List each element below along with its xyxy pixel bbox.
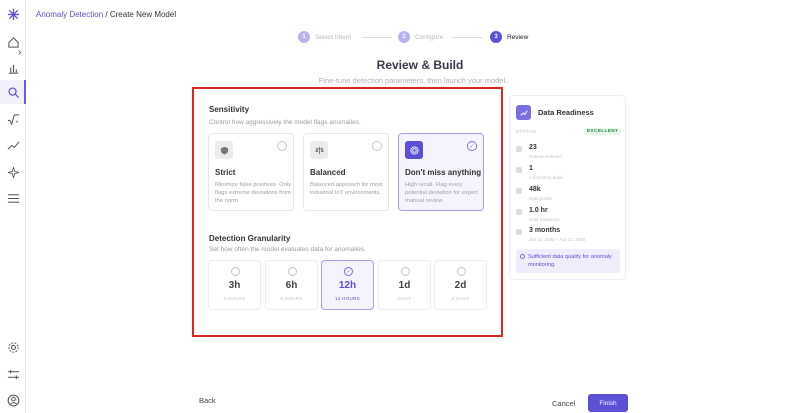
page-subtitle: Fine-tune detection parameters, then lau… — [318, 76, 508, 85]
step-connector — [452, 37, 482, 38]
datapoint-icon — [516, 146, 522, 152]
step-label: Select Intent — [315, 33, 352, 41]
gear-icon[interactable] — [5, 339, 21, 355]
check-icon — [516, 167, 522, 173]
database-icon — [516, 188, 522, 194]
readiness-label: Jan 11, 2025 – Apr 10, 2025 — [529, 237, 586, 242]
wizard-stepper: 1 Select Intent 2 Configure 3 Review — [0, 31, 800, 45]
readiness-value: 1.0 hr — [529, 207, 548, 214]
breadcrumb-parent-link[interactable]: Anomaly Detection — [36, 10, 103, 19]
readiness-value: 3 months — [529, 227, 561, 234]
sidebar-expand-chevron-icon[interactable]: › — [18, 48, 28, 58]
step-label: Review — [507, 33, 529, 41]
readiness-chart-icon — [516, 105, 531, 120]
step-number: 3 — [490, 31, 502, 43]
app-logo-icon[interactable] — [5, 6, 21, 22]
cancel-button[interactable]: Cancel — [552, 399, 575, 408]
readiness-note: Sufficient data quality for anomaly moni… — [516, 249, 620, 273]
step-select-intent[interactable]: 1 Select Intent — [298, 31, 351, 43]
info-icon — [520, 254, 525, 259]
breadcrumb-separator: / — [105, 10, 108, 19]
highlight-outline — [192, 87, 503, 337]
readiness-label: Data-to selected — [529, 154, 562, 159]
readiness-value: 1 — [529, 165, 533, 172]
step-connector — [362, 37, 392, 38]
finish-button[interactable]: Finish — [588, 394, 628, 412]
app-root: › x Anomaly Detection / Create New Model… — [0, 0, 800, 413]
status-label: STATUS — [516, 130, 537, 135]
svg-text:x: x — [15, 120, 18, 125]
readiness-label: Data frequency — [529, 217, 560, 222]
readiness-note-text: Sufficient data quality for anomaly moni… — [528, 254, 612, 268]
breadcrumb-current: Create New Model — [109, 10, 177, 19]
sparkle-icon[interactable] — [5, 164, 21, 180]
menu-icon[interactable] — [5, 190, 21, 206]
readiness-value: 23 — [529, 144, 537, 151]
step-number: 2 — [398, 31, 410, 43]
readiness-title: Data Readiness — [538, 108, 594, 117]
user-avatar-icon[interactable] — [5, 392, 21, 408]
sliders-icon[interactable] — [5, 366, 21, 382]
formula-icon[interactable]: x — [5, 111, 21, 127]
page-title: Review & Build — [376, 58, 464, 72]
status-badge: EXCELLENT — [584, 128, 622, 135]
step-number: 1 — [298, 31, 310, 43]
trend-line-icon[interactable] — [5, 137, 21, 153]
breadcrumb: Anomaly Detection / Create New Model — [36, 10, 176, 19]
clock-icon — [516, 209, 522, 215]
calendar-icon — [516, 229, 522, 235]
readiness-label: Data points — [529, 196, 552, 201]
step-review[interactable]: 3 Review — [490, 31, 528, 43]
readiness-label: 1 dormitory basis — [529, 175, 564, 180]
step-label: Configure — [415, 33, 444, 41]
readiness-value: 48k — [529, 186, 541, 193]
back-button[interactable]: Back — [199, 396, 216, 405]
search-analytics-icon[interactable] — [5, 84, 21, 100]
data-readiness-panel: Data Readiness STATUS EXCELLENT 23 Data-… — [509, 95, 626, 280]
step-configure[interactable]: 2 Configure — [398, 31, 443, 43]
